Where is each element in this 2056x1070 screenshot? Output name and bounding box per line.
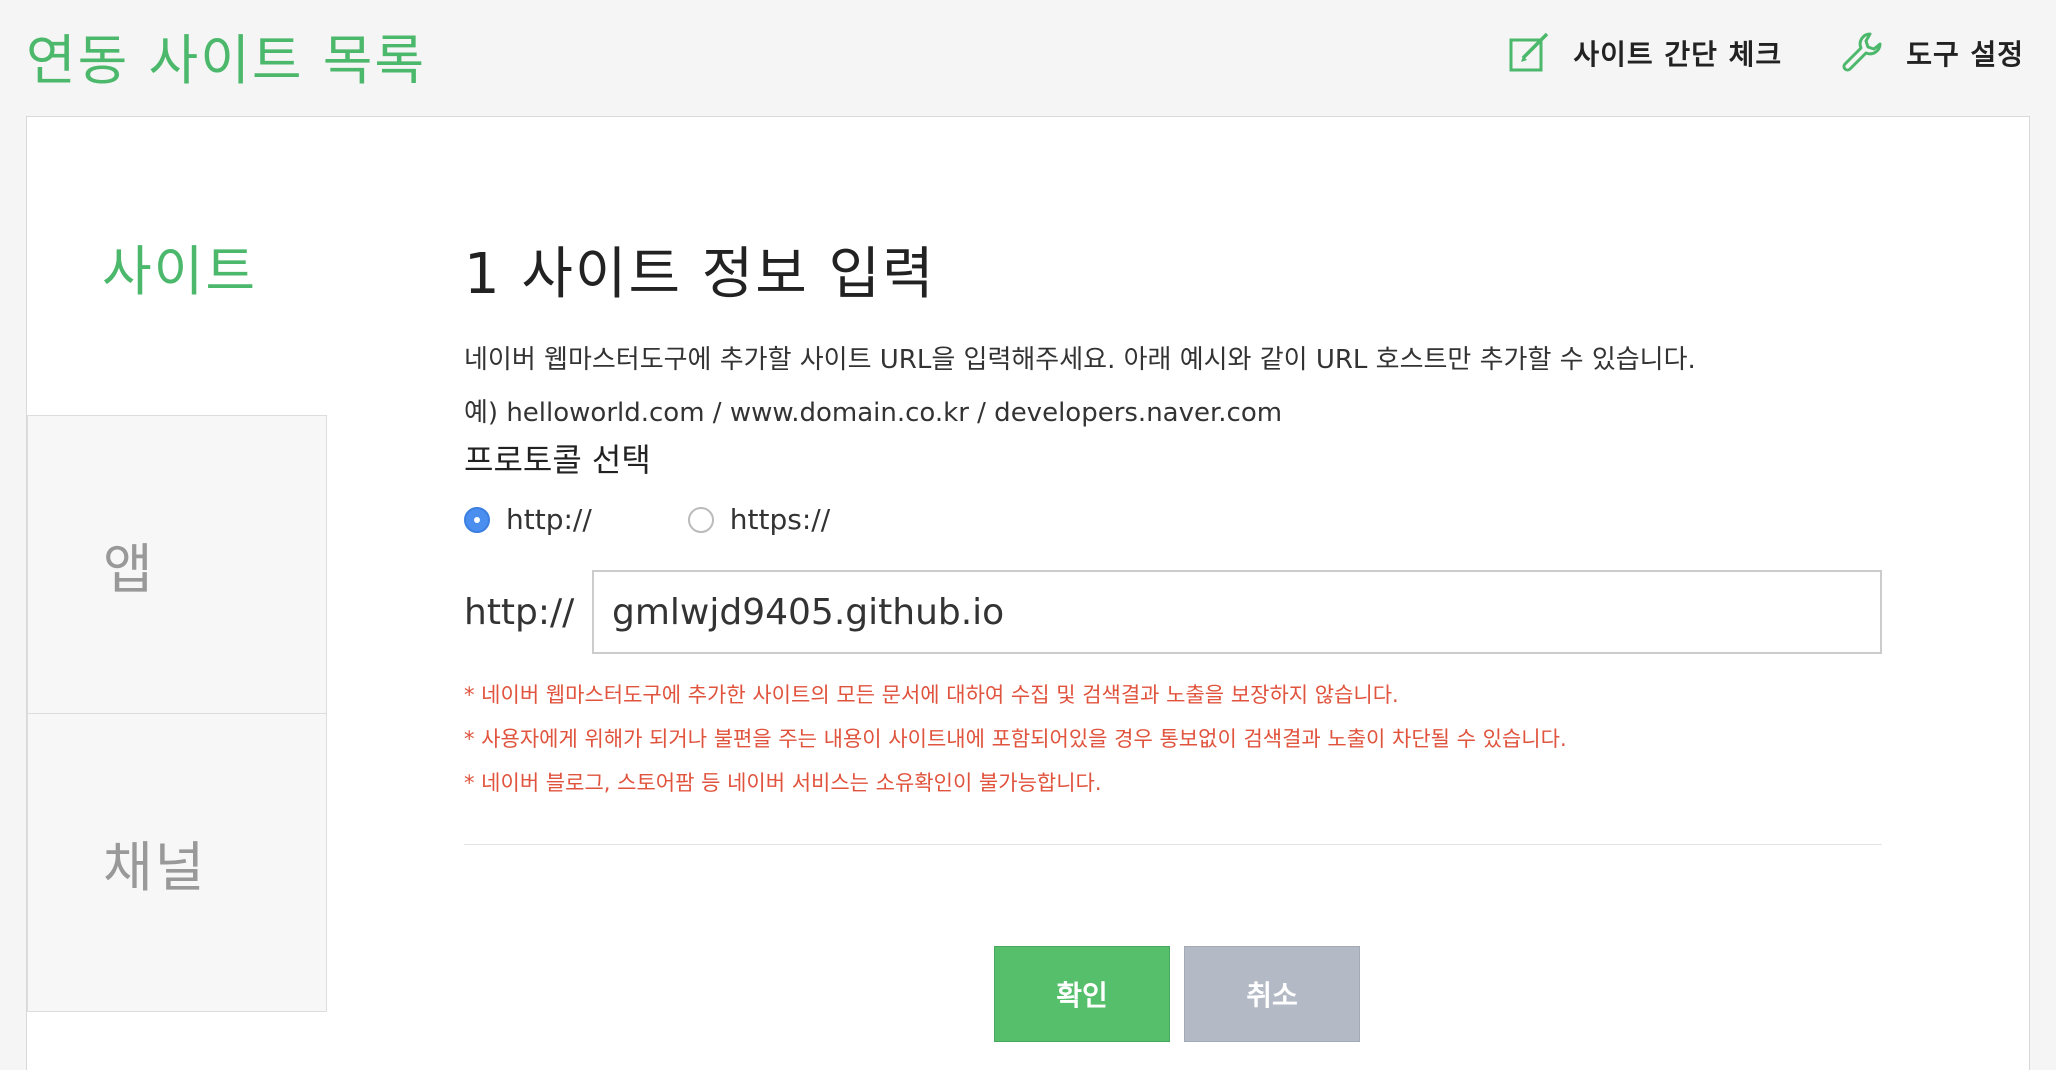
site-url-input[interactable] (592, 570, 1882, 654)
warning-text: * 네이버 웹마스터도구에 추가한 사이트의 모든 문서에 대하여 수집 및 검… (464, 683, 1399, 707)
radio-http-circle[interactable] (464, 506, 490, 533)
divider (464, 844, 1882, 845)
url-prefix: http:// (464, 591, 575, 633)
sidebar-tabs: 사이트 앱 채널 (27, 117, 327, 1070)
main-panel: 사이트 앱 채널 1 사이트 정보 입력 네이버 웹마스터도구에 추가할 사이트… (26, 116, 2030, 1070)
radio-https-label: https:// (729, 503, 831, 536)
site-quick-check-label: 사이트 간단 체크 (1573, 38, 1783, 71)
edit-check-icon (1509, 32, 1549, 72)
tab-app-label: 앱 (103, 538, 155, 601)
radio-http-label: http:// (506, 503, 592, 536)
tool-settings-label: 도구 설정 (1906, 38, 2024, 71)
protocol-radio-group: http:// https:// (464, 503, 926, 536)
wrench-icon (1842, 32, 1882, 72)
warning-text: * 사용자에게 위해가 되거나 불편을 주는 내용이 사이트내에 포함되어있을 … (464, 727, 1567, 751)
tool-settings-button[interactable]: 도구 설정 (1840, 30, 2024, 76)
warnings-list: * 네이버 웹마스터도구에 추가한 사이트의 모든 문서에 대하여 수집 및 검… (464, 673, 1567, 805)
site-quick-check-button[interactable]: 사이트 간단 체크 (1507, 30, 1782, 76)
tab-channel-label: 채널 (103, 836, 207, 899)
tab-site[interactable]: 사이트 (27, 117, 327, 416)
cancel-button[interactable]: 취소 (1184, 946, 1360, 1042)
protocol-label: 프로토콜 선택 (464, 441, 651, 479)
tab-channel[interactable]: 채널 (27, 713, 327, 1012)
radio-https[interactable]: https:// (687, 503, 831, 536)
url-row: http:// (464, 570, 1882, 654)
confirm-button[interactable]: 확인 (994, 946, 1170, 1042)
app-root: 연동 사이트 목록 사이트 간단 체크 도구 설정 사이트 앱 채널 1 사이트… (0, 0, 2056, 1070)
form-example: 예) helloworld.com / www.domain.co.kr / d… (464, 398, 1283, 428)
warning-text: * 네이버 블로그, 스토어팜 등 네이버 서비스는 소유확인이 불가능합니다. (464, 771, 1102, 795)
tab-app[interactable]: 앱 (27, 415, 327, 714)
form-buttons: 확인 취소 (994, 946, 1360, 1042)
radio-http[interactable]: http:// (464, 503, 592, 536)
page-title: 연동 사이트 목록 (26, 29, 427, 92)
form-description: 네이버 웹마스터도구에 추가할 사이트 URL을 입력해주세요. 아래 예시와 … (464, 345, 1696, 375)
tab-site-label: 사이트 (102, 240, 258, 303)
step-title: 1 사이트 정보 입력 (464, 242, 936, 307)
top-actions: 사이트 간단 체크 도구 설정 (1507, 30, 2024, 76)
radio-https-circle[interactable] (687, 506, 714, 533)
